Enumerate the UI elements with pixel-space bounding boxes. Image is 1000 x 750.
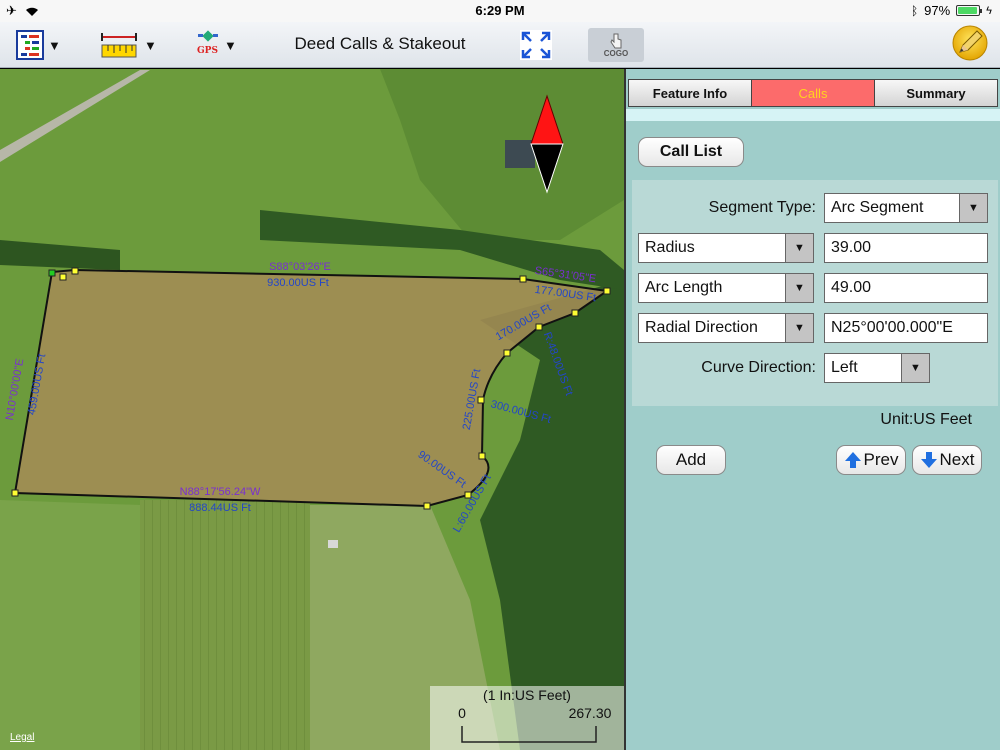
row1-select-value: Radius xyxy=(645,239,695,256)
status-bar: ✈ 6:29 PM ᛒ 97% ϟ xyxy=(0,0,1000,22)
scale-bar: (1 In:US Feet) 0 267.30 xyxy=(430,686,624,750)
map-label: 930.00US Ft xyxy=(267,277,329,289)
row2-select[interactable]: Arc Length ▼ xyxy=(638,273,814,303)
segment-type-label: Segment Type: xyxy=(708,199,816,216)
row3-select-value: Radial Direction xyxy=(645,319,758,336)
chevron-down-icon: ▼ xyxy=(48,37,61,53)
bluetooth-icon: ᛒ xyxy=(910,3,919,18)
call-list-button[interactable]: Call List xyxy=(638,137,744,167)
chevron-down-icon: ▼ xyxy=(785,274,813,302)
battery-percent: 97% xyxy=(924,3,951,18)
edit-button[interactable] xyxy=(952,25,988,61)
scale-max: 267.30 xyxy=(569,705,612,721)
hand-pointer-icon xyxy=(610,33,622,48)
next-label: Next xyxy=(939,450,975,469)
map-view[interactable]: S88°03'26"E 930.00US Ft N10°00'00"E 459.… xyxy=(0,69,624,750)
chevron-down-icon: ▼ xyxy=(901,354,929,382)
scale-title: (1 In:US Feet) xyxy=(483,687,571,703)
add-button[interactable]: Add xyxy=(656,445,726,475)
cogo-button[interactable]: COGO xyxy=(588,28,644,62)
radius-input[interactable]: 39.00 xyxy=(824,233,988,263)
legal-link[interactable]: Legal xyxy=(10,732,34,743)
next-button[interactable]: Next xyxy=(912,445,982,475)
ruler-icon xyxy=(101,33,137,58)
building xyxy=(328,540,338,548)
gps-button[interactable]: GPS ▼ xyxy=(196,28,237,62)
row3-select[interactable]: Radial Direction ▼ xyxy=(638,313,814,343)
layers-button[interactable]: ▼ xyxy=(16,28,61,62)
start-vertex[interactable] xyxy=(48,269,56,277)
arrow-down-icon xyxy=(920,452,937,468)
tab-feature-info[interactable]: Feature Info xyxy=(629,80,752,106)
calls-panel: Feature Info Calls Summary Call List Seg… xyxy=(624,69,1000,750)
charging-icon: ϟ xyxy=(986,4,992,17)
curve-direction-select[interactable]: Left ▼ xyxy=(824,353,930,383)
status-time: 6:29 PM xyxy=(475,3,525,18)
chevron-down-icon: ▼ xyxy=(959,194,987,222)
status-right: ᛒ 97% ϟ xyxy=(911,3,992,18)
fullscreen-button[interactable] xyxy=(520,28,552,62)
chevron-down-icon: ▼ xyxy=(224,37,237,53)
scale-min: 0 xyxy=(458,705,466,721)
tab-divider xyxy=(626,109,1000,121)
layers-list-icon xyxy=(16,30,44,60)
battery-icon xyxy=(956,5,983,16)
chevron-down-icon: ▼ xyxy=(785,234,813,262)
prev-label: Prev xyxy=(863,450,899,469)
tab-calls[interactable]: Calls xyxy=(752,80,875,106)
measure-button[interactable]: ▼ xyxy=(100,28,157,62)
page-title: Deed Calls & Stakeout xyxy=(294,34,466,53)
segment-form: Segment Type: Arc Segment ▼ Radius ▼ 39.… xyxy=(632,180,998,406)
arc-length-input[interactable]: 49.00 xyxy=(824,273,988,303)
pencil-icon xyxy=(952,25,988,61)
row1-select[interactable]: Radius ▼ xyxy=(638,233,814,263)
expand-arrows-icon xyxy=(520,30,552,60)
cogo-label: COGO xyxy=(603,48,629,58)
chevron-down-icon: ▼ xyxy=(144,37,157,53)
toolbar: ▼ ▼ GPS ▼ Deed Calls & Stakeout COGO xyxy=(0,22,1000,68)
gps-icon: GPS xyxy=(196,30,220,60)
map-label: S88°03'26"E xyxy=(269,261,331,273)
crop-field xyxy=(140,500,310,750)
curve-direction-value: Left xyxy=(831,359,858,376)
segment-type-value: Arc Segment xyxy=(831,199,924,216)
radial-direction-input[interactable]: N25°00'00.000"E xyxy=(824,313,988,343)
segment-type-select[interactable]: Arc Segment ▼ xyxy=(824,193,988,223)
arrow-up-icon xyxy=(844,452,861,468)
pasture xyxy=(0,500,140,750)
row2-select-value: Arc Length xyxy=(645,279,723,296)
map-label: 888.44US Ft xyxy=(189,502,251,514)
tab-summary[interactable]: Summary xyxy=(875,80,997,106)
chevron-down-icon: ▼ xyxy=(785,314,813,342)
unit-label: Unit:US Feet xyxy=(880,411,972,428)
map-label: N88°17'56.24"W xyxy=(180,486,261,498)
panel-tabs: Feature Info Calls Summary xyxy=(628,79,998,107)
prev-button[interactable]: Prev xyxy=(836,445,906,475)
gps-text: GPS xyxy=(197,46,218,56)
curve-direction-label: Curve Direction: xyxy=(701,359,816,376)
